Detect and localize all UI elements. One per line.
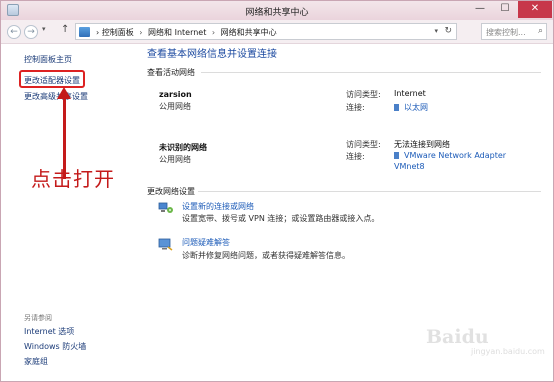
breadcrumb-separator: › (96, 28, 100, 37)
access-type-value: 无法连接到网络 (394, 140, 450, 149)
baidu-watermark-url: jingyan.baidu.com (471, 347, 545, 356)
active-networks-header: 查看活动网络 (147, 68, 195, 77)
sidebar-item-change-adapter-settings[interactable]: 更改适配器设置 (24, 75, 80, 86)
forward-button[interactable]: → (24, 25, 38, 39)
divider (198, 191, 541, 192)
sidebar-item-control-panel-home[interactable]: 控制面板主页 (24, 54, 72, 65)
connection-link-text[interactable]: VMware Network Adapter (404, 151, 506, 160)
page-title: 查看基本网络信息并设置连接 (147, 49, 277, 60)
sidebar: 控制面板主页 更改适配器设置 更改高级共享设置 点击打开 另请参阅 Intern… (1, 45, 136, 381)
troubleshoot-link[interactable]: 问题疑难解答 (182, 237, 230, 248)
address-bar[interactable]: › 控制面板 › 网络和 Internet › 网络和共享中心 ▾ ↻ (75, 23, 457, 40)
title-bar: 网络和共享中心 — ☐ ✕ (1, 1, 553, 20)
see-also-windows-firewall[interactable]: Windows 防火墙 (24, 341, 86, 352)
troubleshoot-description: 诊断并修复网络问题，或者获得疑难解答信息。 (182, 251, 350, 260)
refresh-icon[interactable]: ↻ (444, 26, 452, 36)
connection-link-ethernet[interactable]: 以太网 (394, 102, 428, 113)
breadcrumb: › 控制面板 › 网络和 Internet › 网络和共享中心 (96, 27, 277, 38)
window: 网络和共享中心 — ☐ ✕ ← → ▾ ↑ › 控制面板 › 网络和 Inter… (0, 0, 554, 382)
minimize-button[interactable]: — (468, 1, 492, 18)
setup-connection-description: 设置宽带、拨号或 VPN 连接；或设置路由器或接入点。 (182, 214, 380, 223)
main-content: 查看基本网络信息并设置连接 查看活动网络 zarsion 公用网络 访问类型: … (136, 45, 553, 381)
connection-link-vmware[interactable]: VMware Network Adapter (394, 151, 506, 160)
access-type-value: Internet (394, 89, 426, 98)
recent-pages-dropdown-icon[interactable]: ▾ (42, 25, 46, 33)
change-settings-header: 更改网络设置 (147, 187, 195, 196)
close-button[interactable]: ✕ (518, 1, 552, 18)
search-input[interactable]: 搜索控制... ⌕ (481, 23, 547, 40)
network-type: 公用网络 (159, 102, 191, 111)
maximize-button[interactable]: ☐ (493, 1, 517, 18)
network-type: 公用网络 (159, 155, 191, 164)
breadcrumb-separator: › (211, 28, 216, 37)
network-name: 未识别的网络 (159, 143, 207, 152)
connection-label: 连接: (346, 103, 365, 112)
connection-link-text[interactable]: 以太网 (404, 103, 428, 112)
divider (201, 72, 541, 73)
navigation-bar: ← → ▾ ↑ › 控制面板 › 网络和 Internet › 网络和共享中心 … (1, 20, 553, 44)
sidebar-item-change-advanced-sharing[interactable]: 更改高级共享设置 (24, 91, 88, 102)
connection-label: 连接: (346, 152, 365, 161)
access-type-label: 访问类型: (346, 90, 381, 99)
access-type-label: 访问类型: (346, 140, 381, 149)
see-also-homegroup[interactable]: 家庭组 (24, 356, 48, 367)
control-panel-icon (79, 27, 90, 37)
annotation-text: 点击打开 (31, 167, 115, 191)
see-also-internet-options[interactable]: Internet 选项 (24, 326, 74, 337)
address-dropdown-icon[interactable]: ▾ (434, 27, 438, 35)
baidu-watermark-logo: Baidu (426, 326, 489, 348)
connection-link-text-line2[interactable]: VMnet8 (394, 162, 425, 171)
back-button[interactable]: ← (7, 25, 21, 39)
network-setup-icon (158, 202, 173, 213)
ethernet-icon (394, 104, 399, 111)
breadcrumb-separator: › (139, 28, 143, 37)
ethernet-icon (394, 152, 399, 159)
search-icon[interactable]: ⌕ (538, 26, 543, 36)
see-also-title: 另请参阅 (24, 314, 52, 322)
network-name: zarsion (159, 90, 192, 99)
troubleshoot-icon (158, 238, 173, 251)
search-placeholder: 搜索控制... (486, 28, 526, 37)
up-button[interactable]: ↑ (61, 24, 69, 35)
breadcrumb-network-sharing-center[interactable]: 网络和共享中心 (221, 28, 277, 37)
setup-connection-link[interactable]: 设置新的连接或网络 (182, 201, 254, 212)
breadcrumb-control-panel[interactable]: 控制面板 (102, 28, 134, 37)
breadcrumb-network-internet[interactable]: 网络和 Internet (148, 28, 206, 37)
